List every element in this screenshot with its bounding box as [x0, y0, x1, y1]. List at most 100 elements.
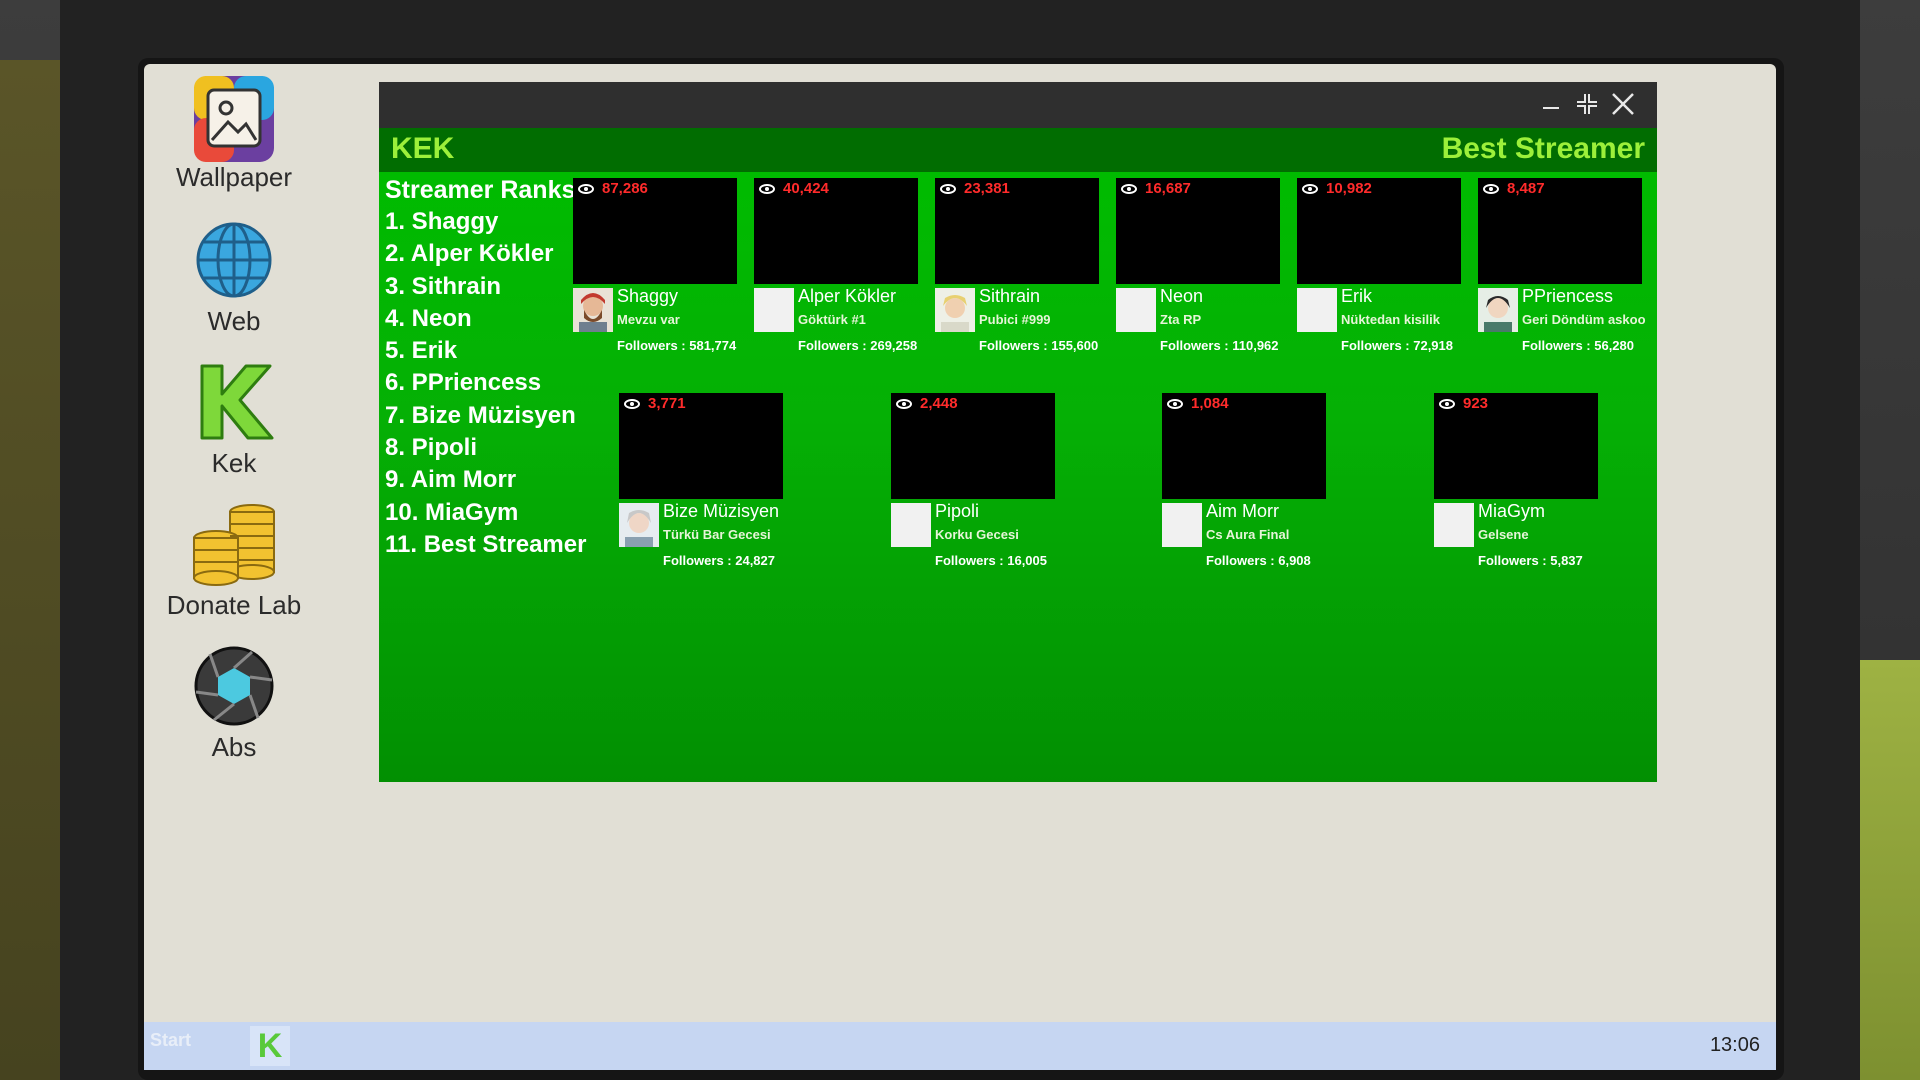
viewer-count: 40,424	[783, 180, 829, 197]
stream-thumbnail[interactable]: 3,771	[619, 393, 783, 499]
avatar	[573, 288, 613, 332]
streamer-name: Aim Morr	[1206, 501, 1279, 521]
eye-icon	[1167, 399, 1183, 409]
window-titlebar[interactable]	[379, 82, 1657, 128]
stream-thumbnail[interactable]: 10,982	[1297, 178, 1461, 284]
eye-icon	[940, 184, 956, 194]
minimize-button[interactable]	[1533, 86, 1569, 122]
desktop-icon-label: Donate Lab	[166, 590, 302, 620]
avatar	[1434, 503, 1474, 547]
rank-item[interactable]: 1. Shaggy	[385, 206, 585, 238]
stream-card[interactable]: 40,424 Alper Kökler Göktürk #1 Followers…	[754, 178, 918, 353]
desktop-icon-wallpaper[interactable]: Wallpaper	[164, 74, 304, 193]
viewer-count: 2,448	[920, 395, 958, 412]
follower-count: Followers : 56,280	[1522, 338, 1634, 353]
eye-icon	[1121, 184, 1137, 194]
rank-item[interactable]: 7. Bize Müzisyen	[385, 400, 585, 432]
rank-item[interactable]: 5. Erik	[385, 335, 585, 367]
viewer-count: 1,084	[1191, 395, 1229, 412]
eye-icon	[896, 399, 912, 409]
stream-card[interactable]: 2,448 Pipoli Korku Gecesi Followers : 16…	[891, 393, 1055, 568]
eye-icon	[624, 399, 640, 409]
stream-card[interactable]: 16,687 Neon Zta RP Followers : 110,962	[1116, 178, 1280, 353]
avatar	[935, 288, 975, 332]
rank-item[interactable]: 8. Pipoli	[385, 432, 585, 464]
rank-item[interactable]: 2. Alper Kökler	[385, 238, 585, 270]
eye-icon	[578, 184, 594, 194]
viewer-count: 10,982	[1326, 180, 1372, 197]
stream-card[interactable]: 1,084 Aim Morr Cs Aura Final Followers :…	[1162, 393, 1326, 568]
stream-title: Geri Döndüm askoo	[1522, 312, 1646, 327]
eye-icon	[759, 184, 775, 194]
desktop-icon-label: Web	[207, 306, 261, 336]
close-icon	[1612, 93, 1634, 115]
stream-card[interactable]: 87,286 Shaggy Mevzu var Followers : 581,…	[573, 178, 737, 353]
taskbar-clock: 13:06	[1709, 1034, 1760, 1056]
aperture-icon	[192, 644, 276, 728]
avatar	[619, 503, 659, 547]
stream-thumbnail[interactable]: 8,487	[1478, 178, 1642, 284]
stream-thumbnail[interactable]: 923	[1434, 393, 1598, 499]
desktop-icon-donate-lab[interactable]: Donate Lab	[164, 502, 304, 621]
start-button[interactable]: Start	[150, 1030, 191, 1051]
stream-thumbnail[interactable]: 16,687	[1116, 178, 1280, 284]
stream-card[interactable]: 23,381 Sithrain Pubici #999 Followers : …	[935, 178, 1099, 353]
stream-thumbnail[interactable]: 2,448	[891, 393, 1055, 499]
viewer-count: 8,487	[1507, 180, 1545, 197]
stream-title: Gelsene	[1478, 527, 1529, 542]
avatar	[1478, 288, 1518, 332]
stream-card[interactable]: 923 MiaGym Gelsene Followers : 5,837	[1434, 393, 1598, 568]
restore-button[interactable]	[1569, 86, 1605, 122]
close-button[interactable]	[1605, 86, 1641, 122]
follower-count: Followers : 110,962	[1160, 338, 1279, 353]
rank-item[interactable]: 6. PPriencess	[385, 367, 585, 399]
avatar	[1162, 503, 1202, 547]
rank-item[interactable]: 9. Aim Morr	[385, 464, 585, 496]
rank-item[interactable]: 3. Sithrain	[385, 271, 585, 303]
avatar	[1297, 288, 1337, 332]
taskbar: Start K 13:06	[144, 1022, 1776, 1070]
streamer-name: Shaggy	[617, 286, 679, 306]
desktop-screen: Wallpaper Web Kek Donate Lab Abs KEK Bes…	[144, 64, 1776, 1070]
desktop-icon-abs[interactable]: Abs	[164, 644, 304, 763]
follower-count: Followers : 16,005	[935, 553, 1047, 568]
stream-thumbnail[interactable]: 1,084	[1162, 393, 1326, 499]
rank-item[interactable]: 4. Neon	[385, 303, 585, 335]
viewer-count: 87,286	[602, 180, 648, 197]
desktop-icon-web[interactable]: Web	[164, 218, 304, 337]
best-streamer-link[interactable]: Best Streamer	[1442, 132, 1645, 166]
stream-card[interactable]: 3,771 Bize Müzisyen Türkü Bar Gecesi Fol…	[619, 393, 783, 568]
stream-thumbnail[interactable]: 87,286	[573, 178, 737, 284]
stream-title: Mevzu var	[617, 312, 680, 327]
wallpaper-icon	[192, 74, 276, 162]
eye-icon	[1302, 184, 1318, 194]
avatar	[891, 503, 931, 547]
minimize-icon	[1543, 107, 1559, 109]
stream-title: Göktürk #1	[798, 312, 866, 327]
rank-item[interactable]: 10. MiaGym	[385, 497, 585, 529]
viewer-count: 16,687	[1145, 180, 1191, 197]
kek-brand-logo[interactable]: KEK	[391, 132, 454, 166]
taskbar-kek-app[interactable]: K	[250, 1026, 290, 1066]
stream-title: Zta RP	[1160, 312, 1202, 327]
stream-card[interactable]: 8,487 PPriencess Geri Döndüm askoo Follo…	[1478, 178, 1646, 353]
rank-item[interactable]: 11. Best Streamer	[385, 529, 586, 561]
stream-title: Türkü Bar Gecesi	[663, 527, 771, 542]
stream-thumbnail[interactable]: 23,381	[935, 178, 1099, 284]
scene-left-wall	[0, 60, 60, 1080]
stream-title: Korku Gecesi	[935, 527, 1019, 542]
viewer-count: 23,381	[964, 180, 1010, 197]
streamer-name: Bize Müzisyen	[663, 501, 780, 521]
stream-card[interactable]: 10,982 Erik Nüktedan kisilik Followers :…	[1297, 178, 1461, 353]
kek-app-window: KEK Best Streamer Streamer Ranks 1. Shag…	[379, 82, 1657, 782]
viewer-count: 923	[1463, 395, 1489, 412]
streamer-content: Streamer Ranks 1. Shaggy 2. Alper Kökler…	[379, 172, 1657, 782]
stream-title: Nüktedan kisilik	[1341, 312, 1440, 327]
desktop-icon-kek[interactable]: Kek	[164, 360, 304, 479]
desktop-icon-label: Wallpaper	[175, 162, 293, 192]
globe-icon	[192, 218, 276, 302]
follower-count: Followers : 269,258	[798, 338, 918, 353]
scene-right-floor	[1860, 660, 1920, 1080]
app-header: KEK Best Streamer	[379, 128, 1657, 172]
stream-thumbnail[interactable]: 40,424	[754, 178, 918, 284]
